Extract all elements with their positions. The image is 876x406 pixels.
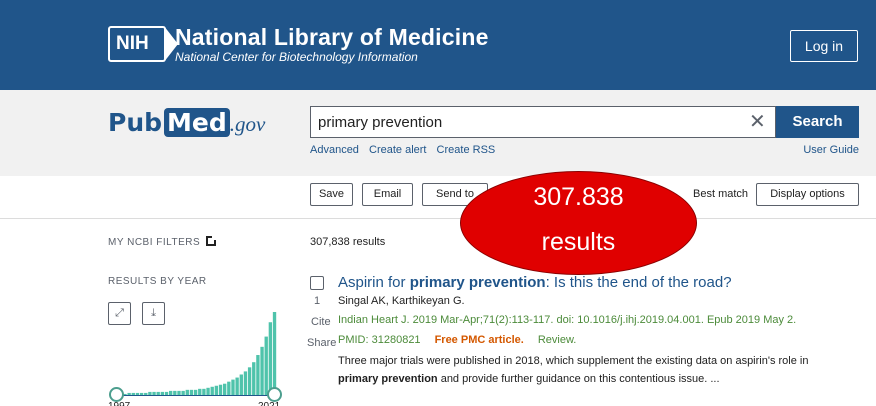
review-badge: Review. bbox=[537, 334, 577, 346]
result-checkbox[interactable] bbox=[310, 276, 324, 290]
create-alert-link[interactable]: Create alert bbox=[369, 144, 426, 156]
results-by-year-label: RESULTS BY YEAR bbox=[108, 276, 207, 287]
free-pmc-badge: Free PMC article. bbox=[434, 334, 524, 346]
logo-gov: .gov bbox=[229, 112, 266, 136]
year-slider-track bbox=[116, 395, 276, 396]
nih-title[interactable]: National Library of Medicine bbox=[175, 24, 489, 51]
save-button[interactable]: Save bbox=[310, 183, 353, 206]
histogram-bar bbox=[268, 322, 273, 396]
annotation-count: 307.838 bbox=[533, 183, 624, 211]
logo-med: Med bbox=[164, 108, 230, 137]
histogram-bar bbox=[247, 367, 252, 396]
search-links: Advanced Create alert Create RSS bbox=[310, 144, 502, 156]
result-meta: PMID: 31280821 Free PMC article. Review. bbox=[338, 334, 576, 346]
email-button[interactable]: Email bbox=[362, 183, 413, 206]
search-input[interactable] bbox=[311, 107, 741, 137]
nih-subtitle: National Center for Biotechnology Inform… bbox=[175, 50, 418, 64]
histogram-bar bbox=[272, 312, 277, 396]
display-options-button[interactable]: Display options bbox=[756, 183, 859, 206]
histogram-bar bbox=[256, 355, 260, 396]
search-area: PubMed.gov ✕ Search Advanced Create aler… bbox=[0, 90, 876, 176]
nih-header: NIH National Library of Medicine Nationa… bbox=[0, 0, 876, 90]
year-slider-start-handle[interactable] bbox=[109, 387, 124, 402]
histogram-bar bbox=[235, 377, 239, 396]
result-number: 1 bbox=[314, 295, 321, 307]
histogram-bar bbox=[243, 371, 248, 396]
results-count: 307,838 results bbox=[310, 236, 386, 248]
result-title-post: : Is this the end of the road? bbox=[545, 274, 732, 291]
sort-best-match[interactable]: Best match bbox=[693, 188, 748, 200]
histogram-bar bbox=[260, 346, 264, 396]
year-end-label: 2021 bbox=[258, 401, 280, 406]
histogram-bar bbox=[264, 336, 268, 396]
histogram-bar bbox=[231, 379, 235, 396]
login-button[interactable]: Log in bbox=[790, 30, 858, 62]
user-guide-link[interactable]: User Guide bbox=[803, 144, 859, 156]
logo-pub: Pub bbox=[108, 108, 163, 137]
my-ncbi-filters[interactable]: MY NCBI FILTERS bbox=[108, 235, 218, 248]
close-icon[interactable]: ✕ bbox=[749, 112, 766, 132]
create-rss-link[interactable]: Create RSS bbox=[437, 144, 496, 156]
share-button[interactable]: Share bbox=[307, 337, 336, 349]
snippet-post: and provide further guidance on this con… bbox=[437, 373, 720, 385]
year-start-label: 1997 bbox=[108, 401, 130, 406]
nih-logo[interactable]: NIH bbox=[108, 26, 178, 62]
snippet-pre: Three major trials were published in 201… bbox=[338, 355, 809, 367]
histogram-bar bbox=[252, 362, 256, 396]
advanced-link[interactable]: Advanced bbox=[310, 144, 359, 156]
result-pmid: PMID: 31280821 bbox=[338, 334, 421, 346]
result-title-highlight: primary prevention bbox=[409, 274, 546, 291]
histogram-bar bbox=[239, 374, 243, 396]
external-link-icon bbox=[206, 235, 218, 246]
result-snippet: Three major trials were published in 201… bbox=[338, 352, 838, 388]
snippet-highlight: primary prevention bbox=[338, 373, 438, 385]
search-button[interactable]: Search bbox=[776, 106, 859, 138]
toolbar-divider bbox=[0, 218, 876, 219]
histogram-bar bbox=[227, 381, 231, 396]
year-slider-end-handle[interactable] bbox=[267, 387, 282, 402]
annotation-results: results bbox=[541, 228, 616, 256]
result-title-pre: Aspirin for bbox=[338, 274, 410, 291]
result-journal: Indian Heart J. 2019 Mar-Apr;71(2):113-1… bbox=[338, 314, 797, 326]
result-title-link[interactable]: Aspirin for primary prevention: Is this … bbox=[338, 274, 732, 291]
search-box: ✕ bbox=[310, 106, 776, 138]
result-authors: Singal AK, Karthikeyan G. bbox=[338, 295, 465, 307]
my-ncbi-filters-label: MY NCBI FILTERS bbox=[108, 237, 201, 248]
pubmed-logo[interactable]: Pub Med .gov bbox=[108, 108, 265, 137]
results-by-year-histogram bbox=[115, 312, 277, 396]
cite-button[interactable]: Cite bbox=[311, 316, 331, 328]
